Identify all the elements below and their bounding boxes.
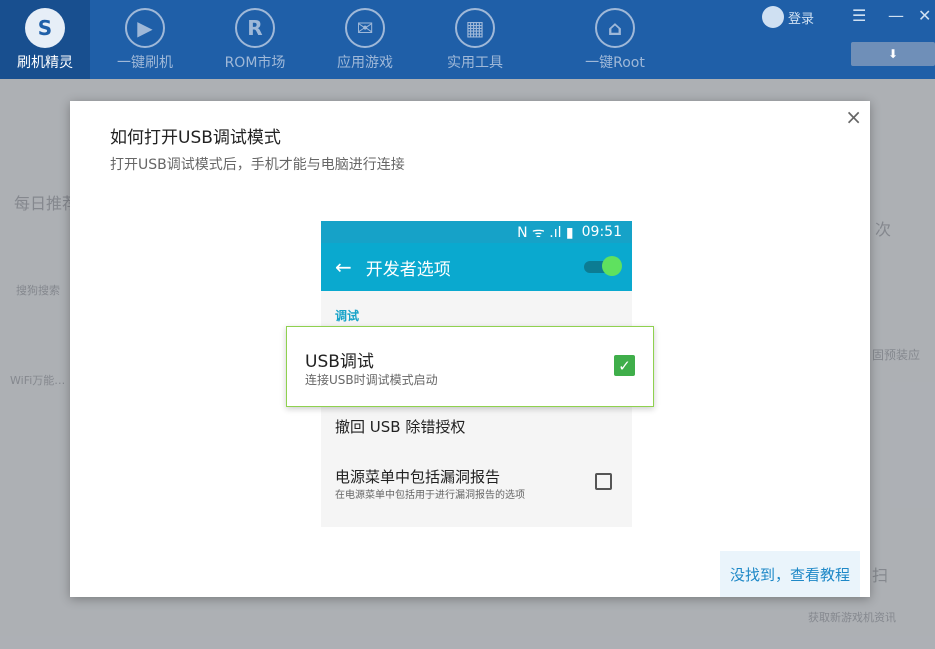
nav-home[interactable]: S 刷机精灵 <box>0 0 90 79</box>
developer-toggle <box>584 256 622 276</box>
phone-status-bar: N ᯤ .ıl ▮ 09:51 <box>321 221 632 243</box>
mail-icon: ✉ <box>345 8 385 48</box>
power-menu-bugreport-title: 电源菜单中包括漏洞报告 <box>335 468 501 486</box>
dialog-title: 如何打开USB调试模式 <box>110 128 281 148</box>
nav-item-rom[interactable]: R ROM市场 <box>215 8 295 74</box>
nav-label: 应用游戏 <box>337 55 393 71</box>
top-navbar: S 刷机精灵 ▶ 一键刷机 R ROM市场 ✉ 应用游戏 ▦ 实用工具 ⌂ 一键… <box>0 0 935 79</box>
login-button[interactable]: 登录 <box>762 6 814 28</box>
usb-debug-dialog: × 如何打开USB调试模式 打开USB调试模式后，手机才能与电脑进行连接 N ᯤ… <box>70 101 870 597</box>
nav-item-home[interactable]: S 刷机精灵 <box>5 8 85 74</box>
usb-debugging-desc: 连接USB时调试模式启动 <box>305 373 438 387</box>
grid-icon: ▦ <box>455 8 495 48</box>
close-window-icon[interactable]: ✕ <box>918 6 931 25</box>
nav-label: 一键刷机 <box>117 55 173 71</box>
shield-logo-icon: S <box>25 8 65 48</box>
unchecked-checkbox-icon <box>595 473 612 490</box>
phone-app-title: 开发者选项 <box>365 259 451 280</box>
view-tutorial-link[interactable]: 没找到，查看教程 <box>720 551 860 597</box>
nav-item-flash[interactable]: ▶ 一键刷机 <box>105 8 185 74</box>
download-button[interactable]: ⬇ <box>851 42 935 66</box>
nav-item-tools[interactable]: ▦ 实用工具 <box>435 8 515 74</box>
login-label: 登录 <box>788 11 815 27</box>
revoke-usb-item: 撤回 USB 除错授权 <box>335 418 466 436</box>
nav-label: ROM市场 <box>224 55 286 71</box>
android-icon: ⌂ <box>595 8 635 48</box>
play-icon: ▶ <box>125 8 165 48</box>
back-arrow-icon: ← <box>335 255 352 279</box>
nav-label: 实用工具 <box>447 55 503 71</box>
close-icon[interactable]: × <box>845 105 862 129</box>
signal-icons: N ᯤ .ıl ▮ <box>517 224 574 241</box>
usb-debugging-title: USB调试 <box>305 352 374 372</box>
phone-time: 09:51 <box>581 224 622 240</box>
phone-app-bar: ← 开发者选项 <box>321 243 632 291</box>
rom-icon: R <box>235 8 275 48</box>
menu-icon[interactable]: ☰ <box>852 6 866 25</box>
nav-label: 刷机精灵 <box>17 55 73 71</box>
checked-checkbox-icon: ✓ <box>614 355 635 376</box>
nav-item-apps[interactable]: ✉ 应用游戏 <box>325 8 405 74</box>
usb-debugging-highlight: USB调试 连接USB时调试模式启动 ✓ <box>286 326 654 407</box>
debug-section-header: 调试 <box>335 309 360 323</box>
power-menu-bugreport-desc: 在电源菜单中包括用于进行漏洞报告的选项 <box>335 490 525 501</box>
dialog-subtitle: 打开USB调试模式后，手机才能与电脑进行连接 <box>110 157 405 173</box>
nav-label: 一键Root <box>585 55 645 71</box>
minimize-icon[interactable]: — <box>888 6 904 25</box>
avatar-icon <box>762 6 784 28</box>
nav-item-root[interactable]: ⌂ 一键Root <box>575 8 655 74</box>
